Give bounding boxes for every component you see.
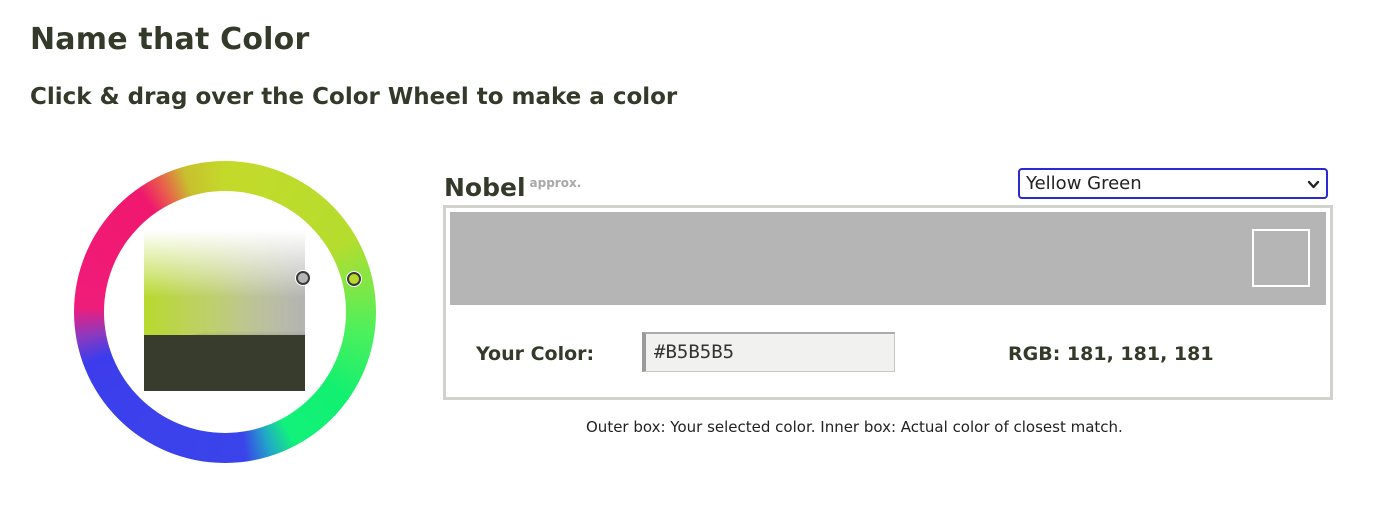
hue-filter-value: Yellow Green [1026,173,1142,194]
page-title: Name that Color [30,22,310,57]
match-color-swatch [1252,229,1310,287]
color-name: Nobel [444,173,526,202]
color-name-heading: Nobel approx. [444,173,581,202]
hex-input[interactable]: #B5B5B5 [642,332,895,372]
instructions: Click & drag over the Color Wheel to mak… [30,84,678,110]
saturation-lightness-handle[interactable] [296,271,310,285]
rgb-readout: RGB: 181, 181, 181 [1008,343,1214,365]
result-box: Your Color: #B5B5B5 RGB: 181, 181, 181 [443,205,1333,400]
your-color-label: Your Color: [476,343,595,365]
chevron-down-icon [1307,180,1320,189]
selected-color-swatch [450,212,1326,305]
saturation-lightness-square[interactable] [144,230,305,391]
approx-label: approx. [529,175,582,190]
hue-handle[interactable] [347,272,361,286]
swatch-caption: Outer box: Your selected color. Inner bo… [586,418,1123,436]
hue-filter-select[interactable]: Yellow Green [1018,168,1328,199]
